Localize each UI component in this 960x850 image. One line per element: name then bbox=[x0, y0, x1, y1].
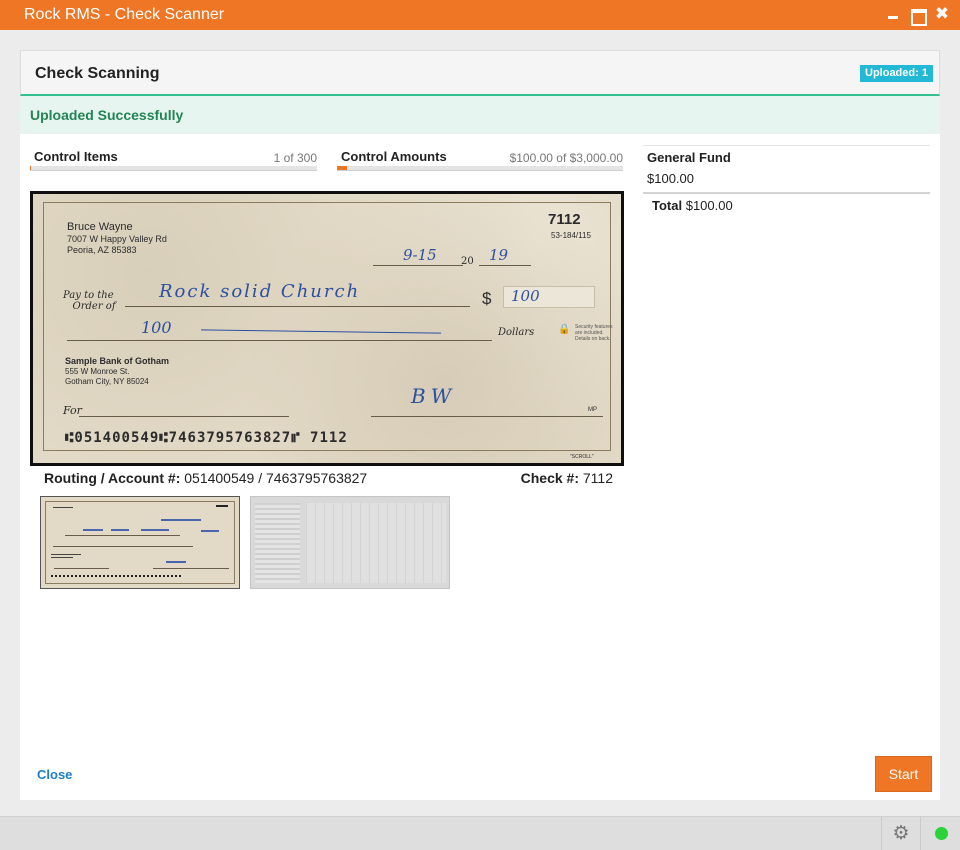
check-date: 9-15 bbox=[403, 246, 437, 264]
minimize-icon[interactable] bbox=[885, 7, 901, 23]
routing-account: Routing / Account #: 051400549 / 7463795… bbox=[44, 470, 367, 486]
check-back-thumbnail[interactable] bbox=[250, 496, 450, 589]
check-front-thumbnail[interactable] bbox=[40, 496, 240, 589]
check-scanning-panel: Check Scanning Uploaded: 1 Uploaded Succ… bbox=[20, 50, 940, 800]
memo-line bbox=[79, 416, 289, 417]
mp-label: MP bbox=[588, 407, 597, 413]
check-number-info: Check #: 7112 bbox=[490, 470, 613, 486]
pay-to-label: Pay to the Order of bbox=[63, 290, 116, 312]
control-items-value: 1 of 300 bbox=[273, 151, 317, 165]
title-bar: Rock RMS - Check Scanner ✖ bbox=[0, 0, 960, 30]
micr-line: ⑆051400549⑆7463795763827⑈ 7112 bbox=[65, 430, 348, 446]
dollar-sign: $ bbox=[482, 289, 492, 308]
check-account-holder: Bruce Wayne bbox=[67, 221, 133, 233]
control-amounts-label: Control Amounts bbox=[341, 149, 447, 164]
check-front: Bruce Wayne 7007 W Happy Valley Rd Peoria… bbox=[33, 194, 621, 463]
lock-icon: 🔒 bbox=[558, 324, 571, 335]
routing-value: 051400549 / 7463795763827 bbox=[184, 470, 368, 486]
fund-total: Total $100.00 bbox=[652, 198, 733, 213]
fund-top-divider bbox=[643, 145, 930, 146]
check-holder-address: 7007 W Happy Valley Rd Peoria, AZ 85383 bbox=[67, 234, 167, 255]
status-bar: ⚙ bbox=[0, 816, 960, 850]
routing-label: Routing / Account #: bbox=[44, 470, 181, 486]
control-items-label: Control Items bbox=[34, 149, 118, 164]
check-payee: Rock solid Church bbox=[159, 281, 361, 302]
bank-address: 555 W Monroe St. Gotham City, NY 85024 bbox=[65, 367, 149, 386]
control-items-progress bbox=[30, 166, 317, 171]
window-title: Rock RMS - Check Scanner bbox=[24, 6, 225, 23]
control-items-progress-fill bbox=[30, 166, 31, 170]
check-image: Bruce Wayne 7007 W Happy Valley Rd Peoria… bbox=[30, 191, 624, 466]
check-amount: 100 bbox=[511, 287, 540, 305]
total-label: Total bbox=[652, 198, 683, 213]
fund-amount: $100.00 bbox=[647, 171, 694, 186]
fund-divider bbox=[643, 192, 930, 194]
check-number-label: Check #: bbox=[520, 470, 579, 486]
signature-line bbox=[371, 416, 603, 417]
check-brand: "SCROLL" bbox=[570, 454, 594, 460]
start-button[interactable]: Start bbox=[875, 756, 932, 792]
check-number: 7112 bbox=[548, 211, 581, 228]
close-link[interactable]: Close bbox=[37, 767, 72, 782]
bank-name: Sample Bank of Gotham bbox=[65, 356, 170, 366]
check-year: 19 bbox=[489, 246, 509, 264]
panel-header: Check Scanning Uploaded: 1 bbox=[20, 50, 940, 96]
close-window-icon[interactable]: ✖ bbox=[934, 5, 950, 23]
check-fraction: 53-184/115 bbox=[551, 231, 591, 240]
date-line bbox=[373, 265, 463, 266]
maximize-icon[interactable] bbox=[909, 7, 927, 26]
connection-status-icon bbox=[935, 827, 948, 840]
dollars-label: Dollars bbox=[498, 327, 535, 338]
control-amounts-progress bbox=[337, 166, 623, 171]
payee-line bbox=[125, 306, 470, 307]
year-line bbox=[479, 265, 531, 266]
control-amounts-value: $100.00 of $3,000.00 bbox=[509, 151, 623, 165]
thumbnail-border bbox=[45, 501, 235, 584]
written-amount-line bbox=[67, 340, 492, 341]
check-written-amount: 100 bbox=[141, 318, 172, 337]
fund-name: General Fund bbox=[647, 150, 731, 165]
security-note: Security features are included. Details … bbox=[575, 324, 613, 342]
success-alert: Uploaded Successfully bbox=[20, 96, 940, 134]
gear-icon[interactable]: ⚙ bbox=[881, 817, 921, 850]
total-value: $100.00 bbox=[685, 198, 733, 213]
check-number-value: 7112 bbox=[582, 470, 613, 486]
check-signature: BW bbox=[411, 384, 457, 408]
control-amounts-progress-fill bbox=[337, 166, 347, 170]
check-year-prefix: 20 bbox=[461, 256, 474, 267]
uploaded-badge: Uploaded: 1 bbox=[860, 65, 933, 82]
panel-title: Check Scanning bbox=[35, 65, 160, 82]
